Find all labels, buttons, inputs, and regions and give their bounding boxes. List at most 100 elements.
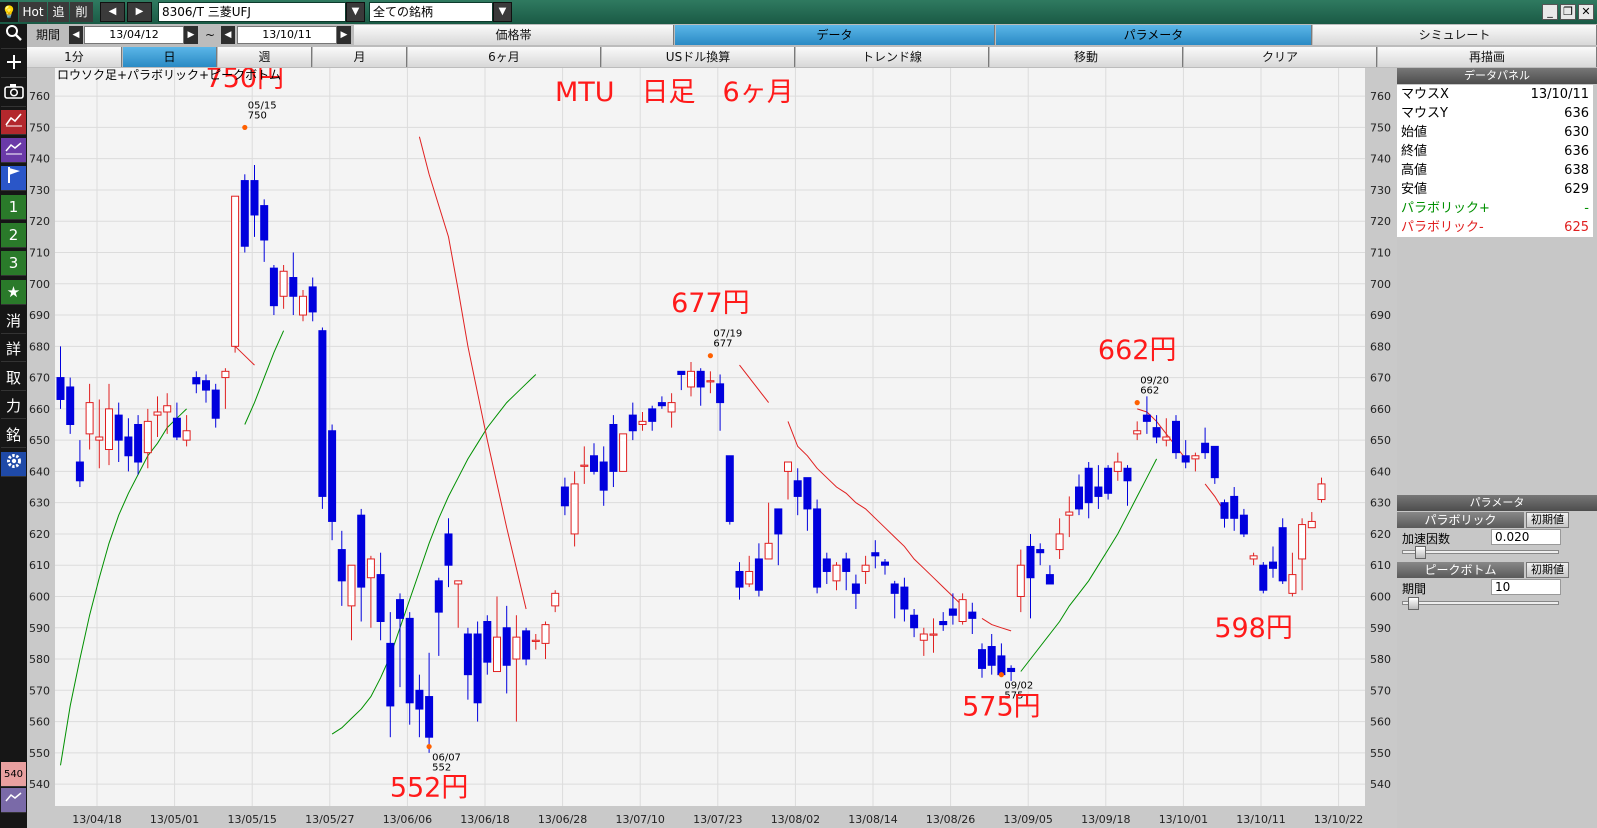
power-button[interactable]: 力 <box>1 394 26 419</box>
period-slider[interactable] <box>1402 601 1559 605</box>
timeframe-bar: 1分 日 週 月 6ヶ月 USドル換算 トレンド線 移動 クリア 再描画 <box>27 46 1597 68</box>
y-tick-label-left: 660 <box>29 403 50 416</box>
peakbottom-reset-button[interactable]: 初期値 <box>1526 562 1569 578</box>
tab-data[interactable]: データ <box>675 25 995 45</box>
candle-body <box>541 624 550 644</box>
y-tick-label-right: 580 <box>1370 653 1391 666</box>
usd-convert-button[interactable]: USドル換算 <box>602 47 795 67</box>
tf-daily-button[interactable]: 日 <box>123 47 217 67</box>
prev-symbol-button[interactable]: ◀ <box>100 2 125 22</box>
trade-button[interactable]: 取 <box>1 366 26 391</box>
candle-body <box>444 533 453 566</box>
x-tick-label: 13/04/18 <box>72 813 121 826</box>
data-row: 始値 630 <box>1397 123 1593 142</box>
candle-body <box>657 402 666 407</box>
candle-body <box>192 377 201 385</box>
candle-body <box>1239 514 1248 535</box>
candle-body <box>531 639 540 642</box>
search-icon[interactable] <box>1 24 26 49</box>
symbol-button[interactable]: 銘 <box>1 423 26 448</box>
restore-button[interactable]: ❐ <box>1560 4 1576 20</box>
candle-body <box>328 430 337 522</box>
candle-body <box>1104 467 1113 494</box>
tab-parameters[interactable]: パラメータ <box>996 25 1312 45</box>
candle-body <box>1016 564 1025 597</box>
period-input[interactable]: 10 <box>1491 579 1561 595</box>
plus-icon[interactable] <box>1 53 26 78</box>
candle-body <box>95 436 104 441</box>
minimize-button[interactable]: _ <box>1542 4 1558 20</box>
candle-body <box>463 633 472 676</box>
trendline-button[interactable]: トレンド線 <box>796 47 989 67</box>
candle-body <box>269 267 278 307</box>
camera-icon[interactable] <box>1 82 26 107</box>
preset-1-button[interactable]: 1 <box>1 195 26 220</box>
candle-body <box>1307 520 1316 529</box>
detail-button[interactable]: 詳 <box>1 337 26 362</box>
chart2-icon[interactable] <box>1 138 26 163</box>
data-row: 終値 636 <box>1397 142 1593 161</box>
y-tick-label-right: 660 <box>1370 403 1391 416</box>
tab-simulate[interactable]: シミュレート <box>1313 25 1597 45</box>
start-prev-icon[interactable]: ◀ <box>69 26 83 44</box>
zoom-button[interactable]: 540 <box>1 762 26 787</box>
candle-body <box>454 580 463 585</box>
price-annotation: 598円 <box>1214 613 1293 644</box>
accel-slider-knob[interactable] <box>1415 546 1427 559</box>
parabolic-reset-button[interactable]: 初期値 <box>1526 512 1569 528</box>
candle-body <box>793 480 802 497</box>
next-symbol-button[interactable]: ▶ <box>127 2 152 22</box>
redraw-button[interactable]: 再描画 <box>1378 47 1597 67</box>
candle-body <box>687 370 695 388</box>
preset-3-button[interactable]: 3 <box>1 251 26 276</box>
candle-body <box>1259 564 1268 591</box>
range-6month-button[interactable]: 6ヶ月 <box>408 47 601 67</box>
chart3-icon[interactable] <box>1 788 26 813</box>
accel-input[interactable]: 0.020 <box>1491 529 1561 545</box>
tf-monthly-button[interactable]: 月 <box>313 47 407 67</box>
start-next-icon[interactable]: ▶ <box>184 26 198 44</box>
flag-icon[interactable] <box>1 166 26 191</box>
end-next-icon[interactable]: ▶ <box>337 26 351 44</box>
side-panel: データパネル マウスX 13/10/11 マウスY 636 始値 630 終値 636 高値 63… <box>1397 68 1597 828</box>
candle-body <box>939 621 948 626</box>
candle-body <box>231 195 240 347</box>
candle-body <box>764 542 773 560</box>
move-button[interactable]: 移動 <box>990 47 1183 67</box>
add-button[interactable]: 追 <box>48 2 69 22</box>
clear-button[interactable]: クリア <box>1184 47 1377 67</box>
candlestick-chart[interactable]: 05/1575006/0755207/1967709/0257509/20662… <box>27 68 1397 828</box>
peak-value-label: 662 <box>1140 386 1159 397</box>
lightbulb-icon[interactable]: 💡 <box>0 2 18 22</box>
universe-dropdown-icon[interactable]: ▼ <box>493 2 512 22</box>
period-label: 期間 <box>27 25 69 45</box>
delete-button[interactable]: 削 <box>70 2 93 22</box>
period-slider-knob[interactable] <box>1408 597 1419 610</box>
x-tick-label: 13/07/23 <box>693 813 742 826</box>
end-date-field[interactable]: 13/10/11 <box>237 26 337 44</box>
candle-body <box>1249 555 1258 560</box>
end-prev-icon[interactable]: ◀ <box>221 26 235 44</box>
chart-icon[interactable] <box>1 110 26 135</box>
hot-button[interactable]: Hot <box>19 2 47 22</box>
y-tick-label-right: 740 <box>1370 153 1391 166</box>
preset-2-button[interactable]: 2 <box>1 223 26 248</box>
tf-weekly-button[interactable]: 週 <box>218 47 312 67</box>
x-tick-label: 13/05/27 <box>305 813 354 826</box>
data-row-value: 13/10/11 <box>1530 87 1589 102</box>
symbol-input[interactable]: 8306/T 三菱UFJ <box>158 2 346 22</box>
candle-body <box>1162 436 1171 441</box>
start-date-field[interactable]: 13/04/12 <box>84 26 184 44</box>
candle-body <box>221 370 230 379</box>
candle-body <box>337 549 346 582</box>
tf-1min-button[interactable]: 1分 <box>27 47 122 67</box>
data-row-value: 636 <box>1564 144 1589 159</box>
erase-button[interactable]: 消 <box>1 309 26 334</box>
symbol-dropdown-icon[interactable]: ▼ <box>346 2 365 22</box>
y-tick-label-left: 650 <box>29 434 50 447</box>
star-icon[interactable]: ★ <box>1 280 26 305</box>
universe-select[interactable]: 全ての銘柄 <box>369 2 493 22</box>
close-button[interactable]: ✕ <box>1578 4 1594 20</box>
gear-icon[interactable] <box>1 452 26 477</box>
tab-price-range[interactable]: 価格帯 <box>354 25 674 45</box>
